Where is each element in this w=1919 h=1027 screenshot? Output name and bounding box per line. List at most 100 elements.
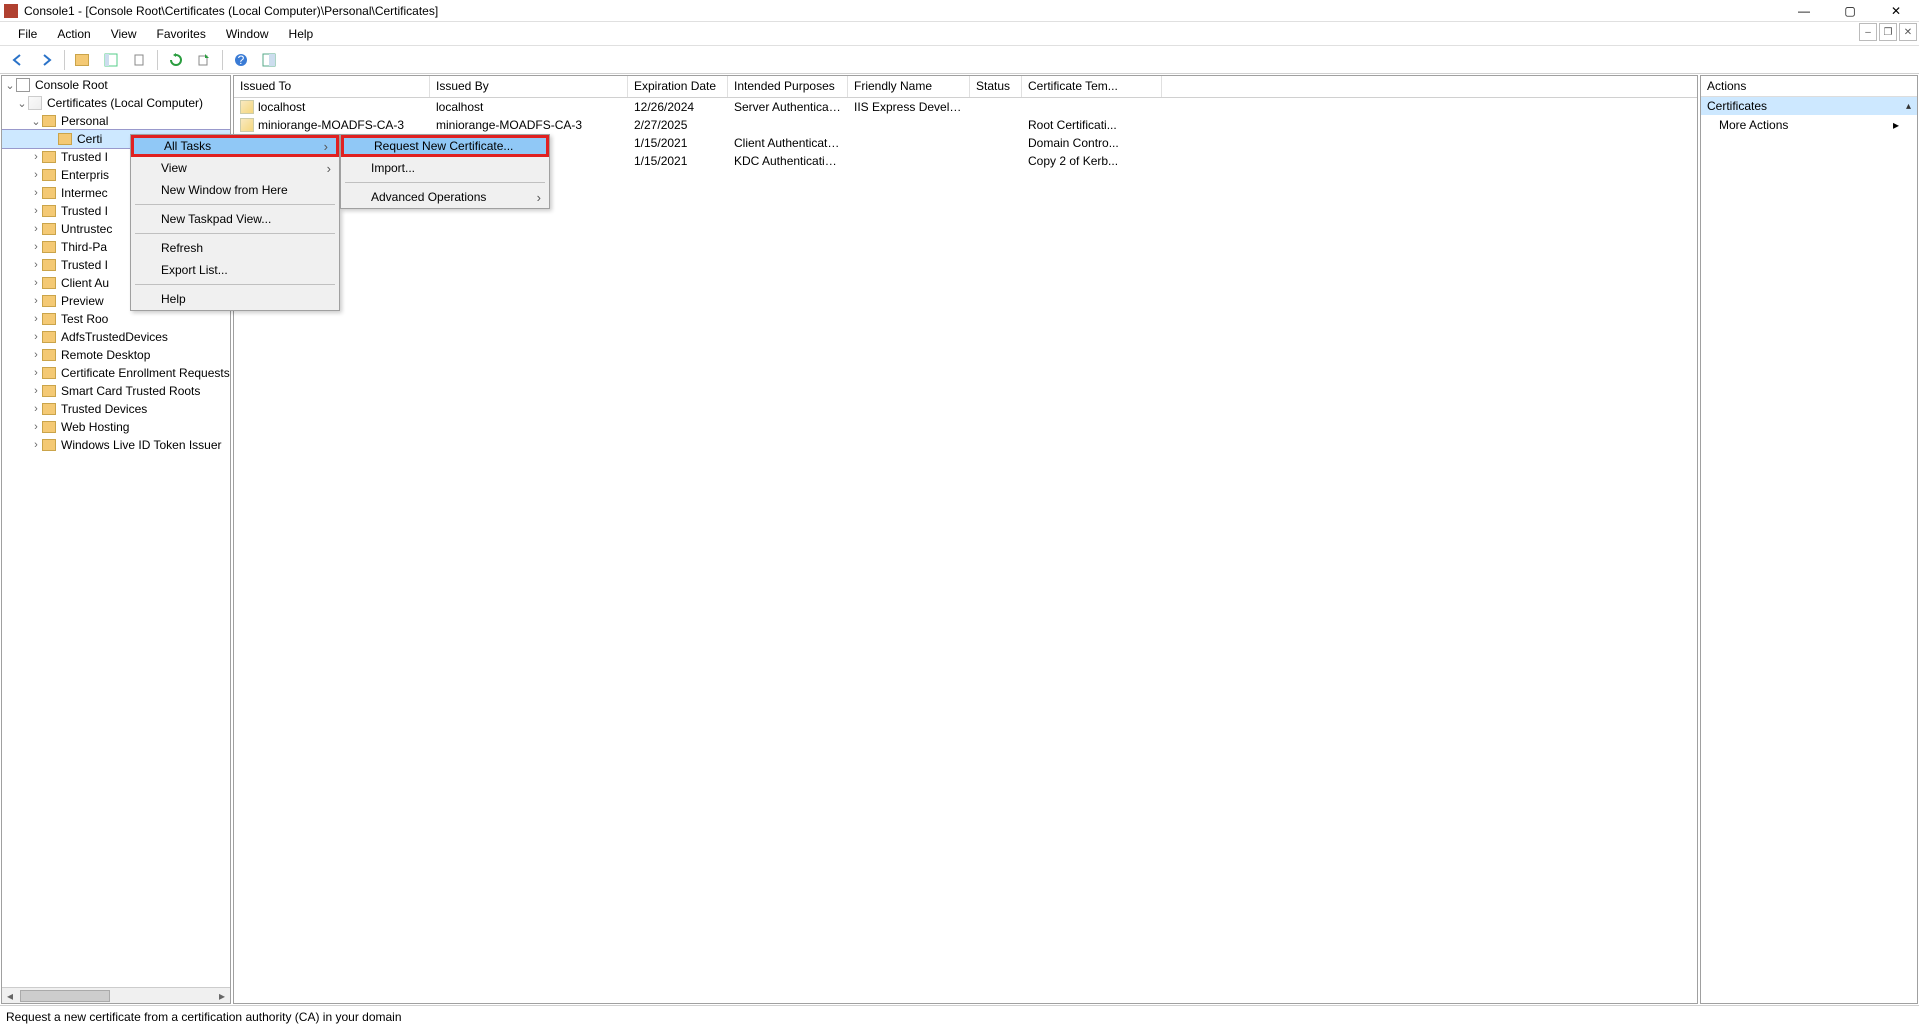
ctx-refresh-label: Refresh bbox=[161, 241, 203, 255]
collapse-icon[interactable]: ▴ bbox=[1906, 101, 1911, 112]
actions-more[interactable]: More Actions ▸ bbox=[1701, 115, 1917, 135]
ctx-separator bbox=[135, 204, 335, 205]
ctx-refresh[interactable]: Refresh bbox=[131, 237, 339, 259]
folder-icon bbox=[42, 313, 56, 325]
tree-folder-item[interactable]: ›Certificate Enrollment Requests bbox=[2, 364, 230, 382]
ctx-view[interactable]: View bbox=[131, 157, 339, 179]
certificate-icon bbox=[240, 118, 254, 132]
ctx-advanced-ops[interactable]: Advanced Operations bbox=[341, 186, 549, 208]
actions-certificates-label: Certificates bbox=[1707, 99, 1767, 113]
ctx-separator bbox=[135, 233, 335, 234]
tree-folder-item[interactable]: ›Test Roo bbox=[2, 310, 230, 328]
col-status[interactable]: Status bbox=[970, 76, 1022, 97]
tree-item-label: Windows Live ID Token Issuer bbox=[59, 438, 222, 452]
help-button[interactable]: ? bbox=[229, 48, 253, 72]
ctx-export[interactable]: Export List... bbox=[131, 259, 339, 281]
tree-folder-item[interactable]: ›Trusted Devices bbox=[2, 400, 230, 418]
col-friendly[interactable]: Friendly Name bbox=[848, 76, 970, 97]
tree-item-label: Client Au bbox=[59, 276, 109, 290]
ctx-new-taskpad[interactable]: New Taskpad View... bbox=[131, 208, 339, 230]
folder-icon bbox=[42, 367, 56, 379]
tree-folder-item[interactable]: ›Remote Desktop bbox=[2, 346, 230, 364]
menu-window[interactable]: Window bbox=[216, 22, 279, 46]
tree-item-label: Smart Card Trusted Roots bbox=[59, 384, 200, 398]
menu-file[interactable]: File bbox=[8, 22, 47, 46]
options-button[interactable] bbox=[257, 48, 281, 72]
mdi-restore-icon[interactable]: ❐ bbox=[1879, 23, 1897, 41]
tree-folder-item[interactable]: ›Smart Card Trusted Roots bbox=[2, 382, 230, 400]
tree-folder-item[interactable]: ›Windows Live ID Token Issuer bbox=[2, 436, 230, 454]
table-row[interactable]: localhostlocalhost12/26/2024Server Authe… bbox=[234, 98, 1697, 116]
certificates-icon bbox=[28, 96, 42, 110]
folder-icon bbox=[58, 133, 72, 145]
toolbar: ? bbox=[0, 46, 1919, 74]
minimize-button[interactable]: — bbox=[1781, 0, 1827, 22]
col-template[interactable]: Certificate Tem... bbox=[1022, 76, 1162, 97]
actions-more-label: More Actions bbox=[1719, 118, 1788, 132]
tree-item-label: Third-Pa bbox=[59, 240, 107, 254]
close-button[interactable]: ✕ bbox=[1873, 0, 1919, 22]
scroll-right-icon[interactable]: ▸ bbox=[214, 989, 230, 1003]
maximize-button[interactable]: ▢ bbox=[1827, 0, 1873, 22]
svg-text:?: ? bbox=[238, 53, 245, 67]
statusbar: Request a new certificate from a certifi… bbox=[0, 1005, 1919, 1027]
ctx-help[interactable]: Help bbox=[131, 288, 339, 310]
ctx-all-tasks[interactable]: All Tasks bbox=[131, 135, 339, 157]
console-root-icon bbox=[16, 78, 30, 92]
up-button[interactable] bbox=[71, 48, 95, 72]
tree-item-label: Untrustec bbox=[59, 222, 112, 236]
actions-certificates[interactable]: Certificates ▴ bbox=[1701, 97, 1917, 115]
folder-icon bbox=[42, 403, 56, 415]
folder-icon bbox=[42, 349, 56, 361]
tree-folder-item[interactable]: ›Web Hosting bbox=[2, 418, 230, 436]
folder-icon bbox=[42, 223, 56, 235]
folder-icon bbox=[42, 439, 56, 451]
ctx-new-taskpad-label: New Taskpad View... bbox=[161, 212, 271, 226]
context-menu-main: All Tasks View New Window from Here New … bbox=[130, 134, 340, 311]
ctx-import[interactable]: Import... bbox=[341, 157, 549, 179]
folder-icon bbox=[42, 295, 56, 307]
tree-item-label: Trusted I bbox=[59, 204, 108, 218]
cut-button[interactable] bbox=[127, 48, 151, 72]
mdi-close-icon[interactable]: ✕ bbox=[1899, 23, 1917, 41]
list-header: Issued To Issued By Expiration Date Inte… bbox=[234, 76, 1697, 98]
mdi-minimize-icon[interactable]: – bbox=[1859, 23, 1877, 41]
folder-icon bbox=[42, 115, 56, 127]
menu-help[interactable]: Help bbox=[279, 22, 324, 46]
ctx-separator bbox=[135, 284, 335, 285]
col-issuedto[interactable]: Issued To bbox=[234, 76, 430, 97]
tree-root[interactable]: ⌄Console Root bbox=[2, 76, 230, 94]
tree-horizontal-scrollbar[interactable]: ◂ ▸ bbox=[2, 987, 230, 1003]
menu-view[interactable]: View bbox=[101, 22, 147, 46]
chevron-right-icon: ▸ bbox=[1893, 118, 1899, 132]
tree-item-label: Enterpris bbox=[59, 168, 109, 182]
tree-personal-label: Personal bbox=[59, 114, 108, 128]
tree-item-label: Intermec bbox=[59, 186, 108, 200]
col-purposes[interactable]: Intended Purposes bbox=[728, 76, 848, 97]
tree-root-label: Console Root bbox=[33, 78, 108, 92]
menu-favorites[interactable]: Favorites bbox=[147, 22, 216, 46]
col-issuedby[interactable]: Issued By bbox=[430, 76, 628, 97]
folder-icon bbox=[42, 259, 56, 271]
export-button[interactable] bbox=[192, 48, 216, 72]
scroll-thumb[interactable] bbox=[20, 990, 110, 1002]
window-title: Console1 - [Console Root\Certificates (L… bbox=[24, 4, 1781, 18]
tree-folder-item[interactable]: ›AdfsTrustedDevices bbox=[2, 328, 230, 346]
tree-personal[interactable]: ⌄Personal bbox=[2, 112, 230, 130]
ctx-request-new-cert[interactable]: Request New Certificate... bbox=[341, 135, 549, 157]
forward-button[interactable] bbox=[34, 48, 58, 72]
scroll-left-icon[interactable]: ◂ bbox=[2, 989, 18, 1003]
table-row[interactable]: miniorange-MOADFS-CA-3miniorange-MOADFS-… bbox=[234, 116, 1697, 134]
ctx-new-window[interactable]: New Window from Here bbox=[131, 179, 339, 201]
menu-action[interactable]: Action bbox=[47, 22, 100, 46]
back-button[interactable] bbox=[6, 48, 30, 72]
tree-item-label: Remote Desktop bbox=[59, 348, 150, 362]
refresh-button[interactable] bbox=[164, 48, 188, 72]
titlebar: Console1 - [Console Root\Certificates (L… bbox=[0, 0, 1919, 22]
mmc-app-icon bbox=[4, 4, 18, 18]
tree-certlocal[interactable]: ⌄Certificates (Local Computer) bbox=[2, 94, 230, 112]
col-expiration[interactable]: Expiration Date bbox=[628, 76, 728, 97]
show-hide-tree-button[interactable] bbox=[99, 48, 123, 72]
ctx-separator bbox=[345, 182, 545, 183]
menubar: File Action View Favorites Window Help –… bbox=[0, 22, 1919, 46]
